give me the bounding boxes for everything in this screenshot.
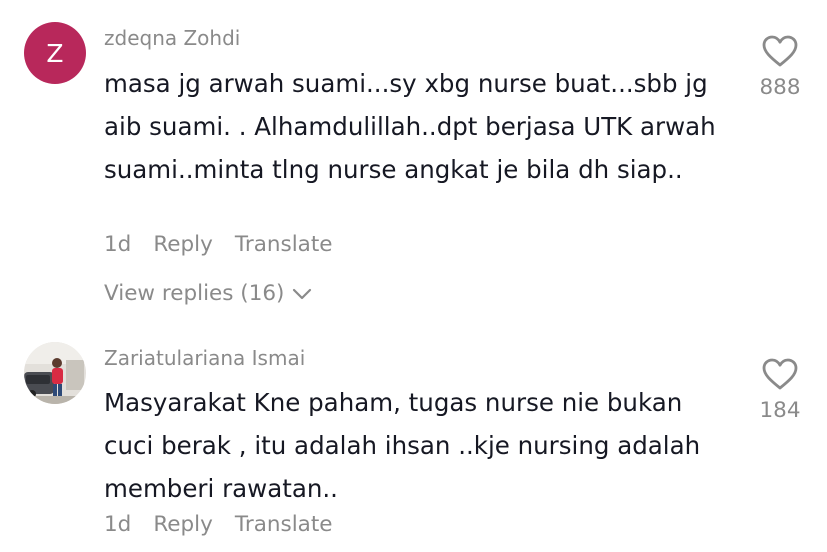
- comment-time: 1d: [104, 232, 132, 257]
- comment-item: Z zdeqna Zohdi masa jg arwah suami...sy …: [0, 0, 827, 330]
- reply-button[interactable]: Reply: [153, 512, 213, 537]
- like-count: 888: [759, 75, 801, 100]
- like-button[interactable]: 184: [740, 357, 820, 423]
- like-count: 184: [759, 398, 801, 423]
- translate-button[interactable]: Translate: [235, 232, 333, 257]
- view-replies-label: View replies (16): [104, 281, 285, 306]
- heart-icon: [762, 35, 798, 67]
- avatar-photo: [24, 342, 86, 404]
- comment-text: masa jg arwah suami...sy xbg nurse buat.…: [104, 69, 716, 184]
- comment-text: Masyarakat Kne paham, tugas nurse nie bu…: [104, 388, 701, 503]
- chevron-down-icon: [293, 288, 312, 299]
- comment-meta: 1d Reply Translate: [104, 232, 333, 257]
- avatar[interactable]: [24, 342, 86, 404]
- heart-icon: [762, 358, 798, 390]
- comment-time: 1d: [104, 512, 132, 537]
- reply-button[interactable]: Reply: [153, 232, 213, 257]
- translate-button[interactable]: Translate: [235, 512, 333, 537]
- comment-username[interactable]: Zariatulariana Ismai: [104, 346, 305, 370]
- avatar[interactable]: Z: [24, 22, 86, 84]
- comment-username[interactable]: zdeqna Zohdi: [104, 26, 240, 50]
- view-replies-button[interactable]: View replies (16): [104, 281, 313, 306]
- comment-item: Zariatulariana Ismai Masyarakat Kne paha…: [0, 330, 827, 552]
- comments-page: Z zdeqna Zohdi masa jg arwah suami...sy …: [0, 0, 827, 552]
- comment-meta: 1d Reply Translate: [104, 512, 333, 537]
- like-button[interactable]: 888: [740, 34, 820, 100]
